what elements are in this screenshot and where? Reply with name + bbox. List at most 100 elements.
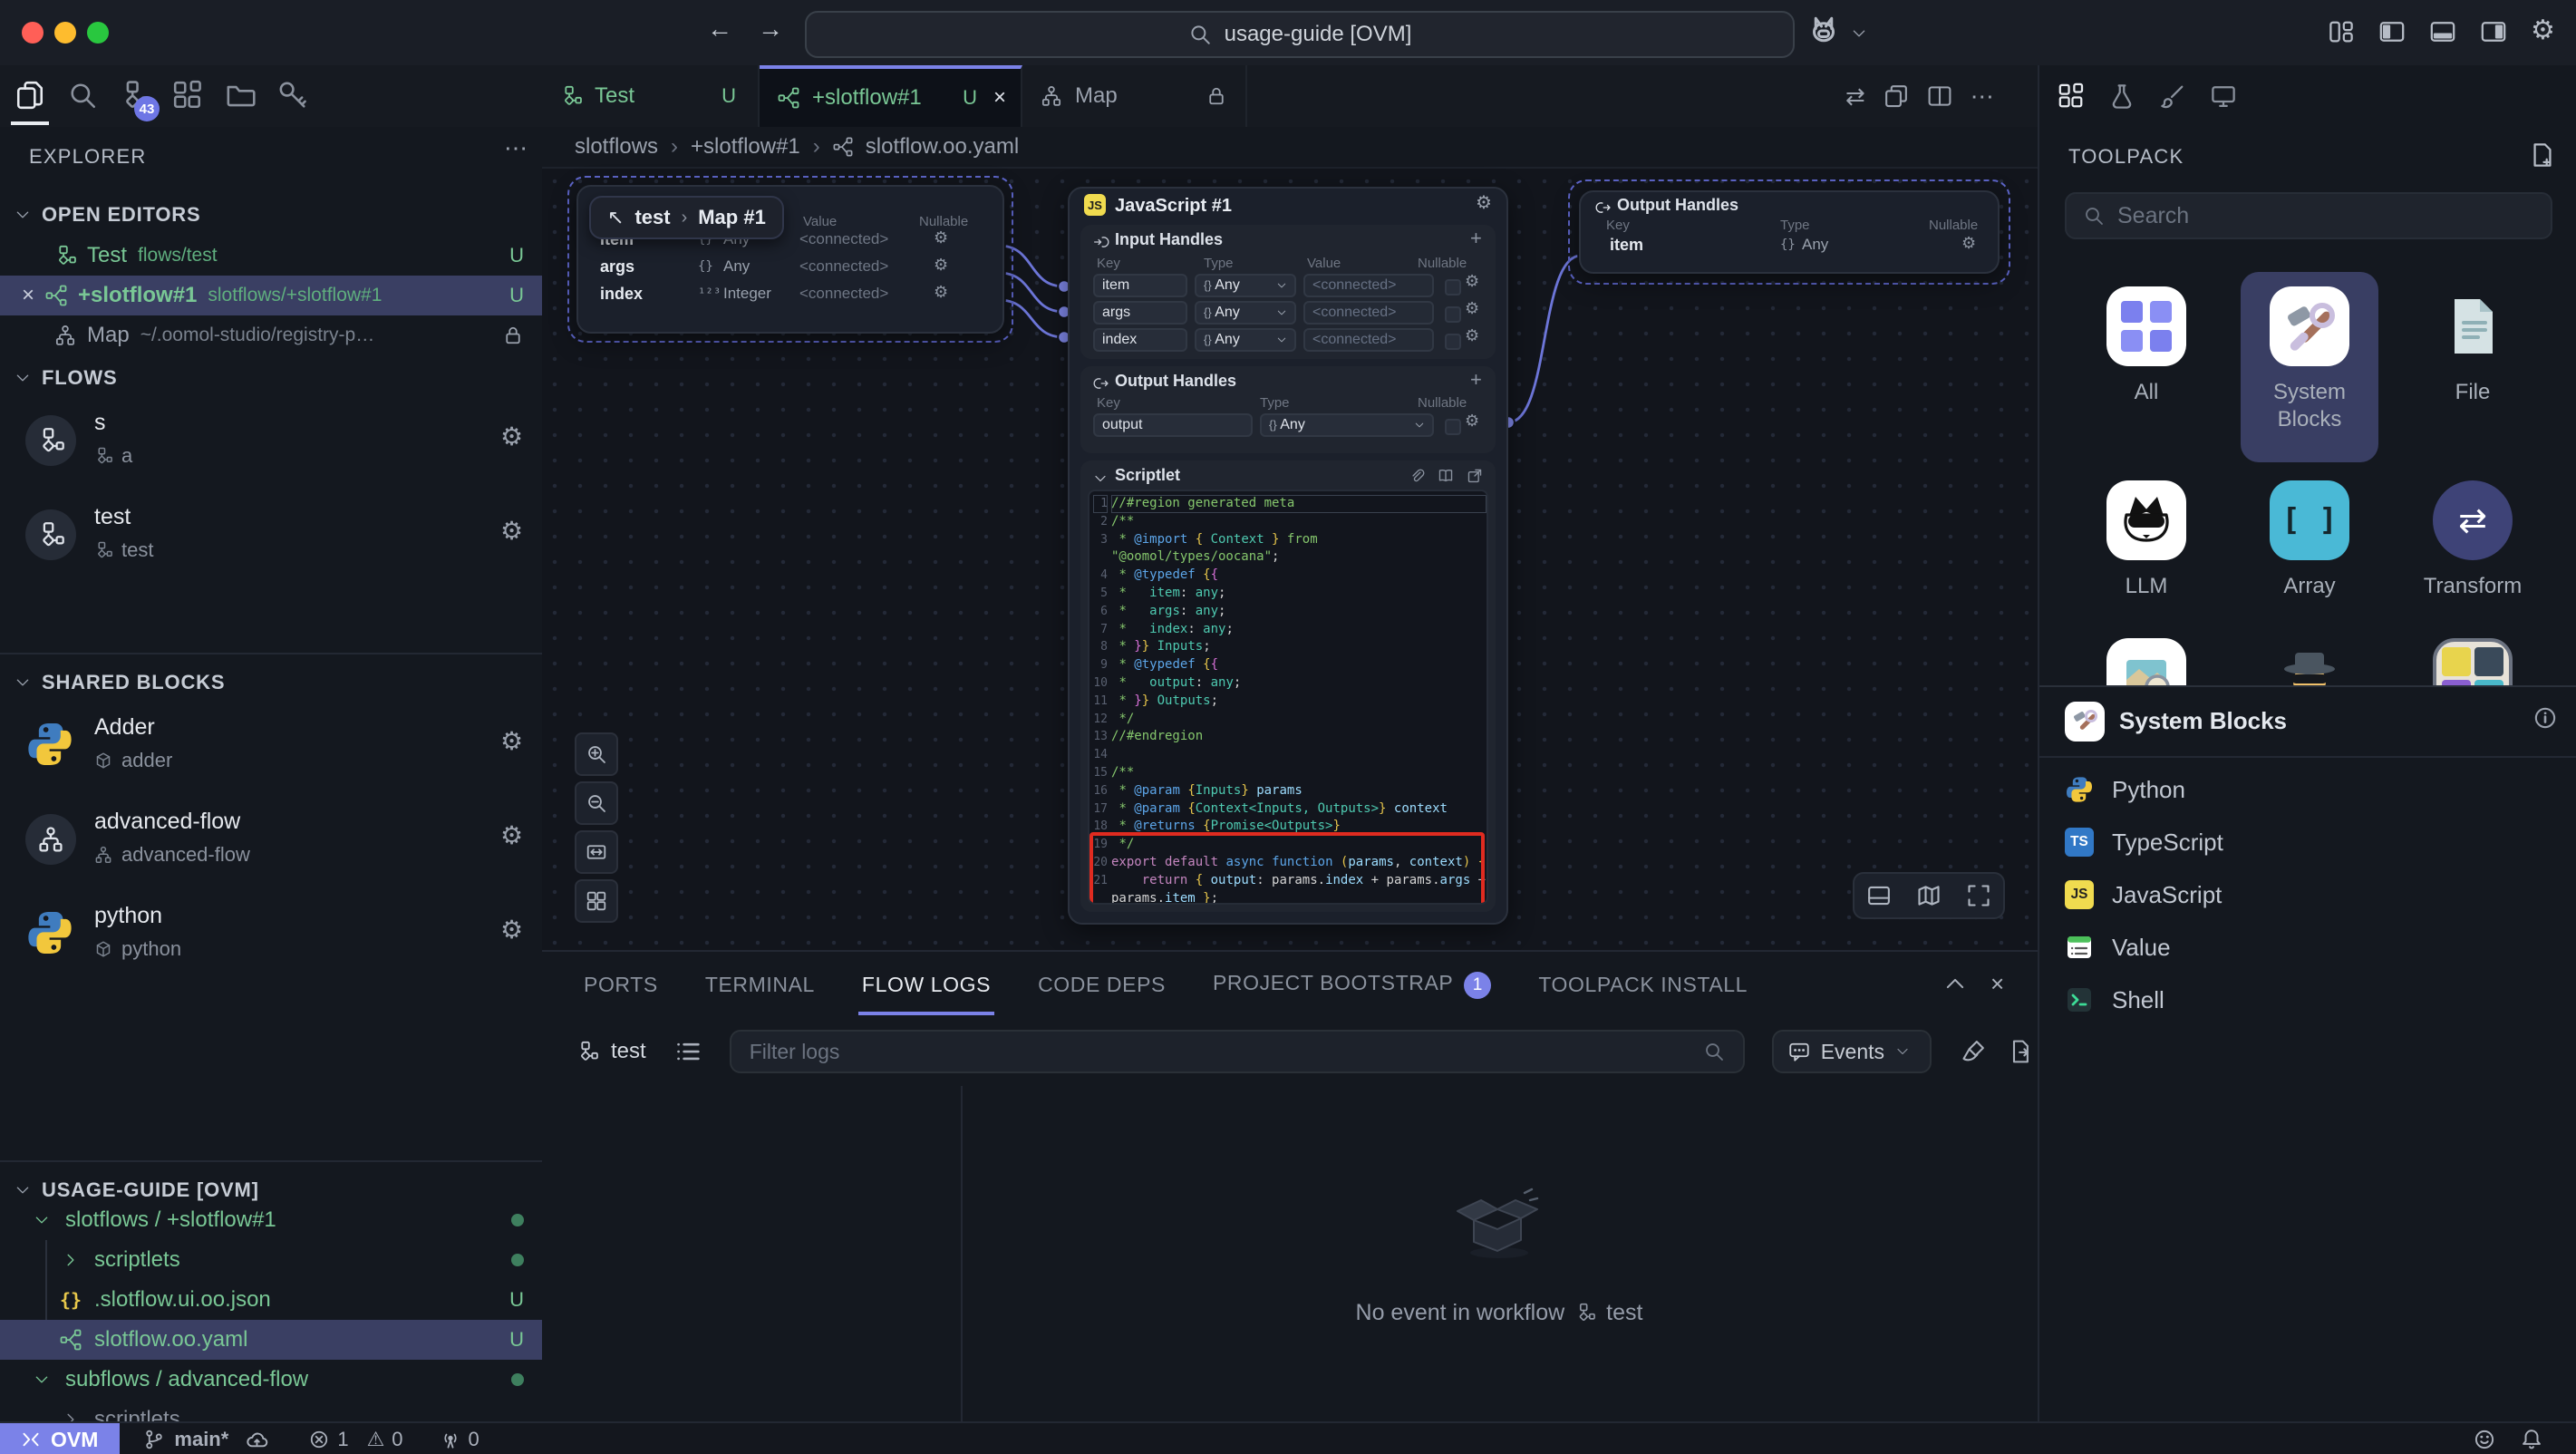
handle-type-select[interactable]: {} Any <box>1195 274 1296 297</box>
tree-item[interactable]: slotflows / +slotflow#1 <box>0 1200 542 1240</box>
tab-test[interactable]: Test U <box>542 65 760 127</box>
system-block-value[interactable]: Value <box>2039 921 2576 974</box>
toolpack-category-array[interactable]: [ ]Array <box>2228 480 2391 600</box>
list-item[interactable]: python python ⚙ <box>0 899 542 972</box>
console-panel-icon[interactable] <box>1866 883 1892 908</box>
open-editor-item[interactable]: × +slotflow#1 slotflows/+slotflow#1 U <box>0 276 542 315</box>
toolpack-category-image[interactable] <box>2065 638 2228 685</box>
handle-type-select[interactable]: {} Any <box>1260 413 1434 437</box>
handle-gear-icon[interactable]: ⚙ <box>934 283 948 302</box>
system-block-python[interactable]: Python <box>2039 763 2576 816</box>
list-item[interactable]: test test ⚙ <box>0 500 542 573</box>
breadcrumb-item[interactable]: slotflow.oo.yaml <box>866 134 1019 160</box>
add-output-handle-button[interactable]: + <box>1470 368 1482 392</box>
toolpack-category-file[interactable]: File <box>2391 286 2554 406</box>
open-external-icon[interactable] <box>1467 468 1483 484</box>
layout-columns-icon[interactable] <box>2328 18 2355 45</box>
list-item[interactable]: advanced-flow advanced-flow ⚙ <box>0 805 542 877</box>
explorer-more-icon[interactable]: ⋯ <box>504 134 529 162</box>
toolpack-category-system-blocks[interactable]: SystemBlocks <box>2228 286 2391 433</box>
tab-map[interactable]: Map <box>1022 65 1247 127</box>
minimap-toggle-button[interactable] <box>575 879 618 923</box>
events-dropdown[interactable]: Events <box>1772 1030 1932 1073</box>
close-tab-icon[interactable]: × <box>993 85 1006 111</box>
nullable-checkbox[interactable] <box>1445 334 1461 350</box>
item-settings-gear-icon[interactable]: ⚙ <box>500 519 523 544</box>
scriptlet-code-editor[interactable]: 1//#region generated meta2/**3 * @import… <box>1088 490 1488 905</box>
zoom-in-button[interactable] <box>575 732 618 776</box>
tree-item[interactable]: slotflow.oo.yaml U <box>0 1320 542 1360</box>
errors-count[interactable]: 1 <box>337 1428 348 1451</box>
project-header[interactable]: USAGE-GUIDE [OVM] <box>15 1178 259 1202</box>
bottom-tab-flow-logs[interactable]: FLOW LOGS <box>862 973 991 997</box>
branch-name[interactable]: main* <box>174 1428 228 1451</box>
tree-item[interactable]: {} .slotflow.ui.oo.json U <box>0 1280 542 1320</box>
toggle-right-panel-icon[interactable] <box>2480 18 2507 45</box>
nullable-checkbox[interactable] <box>1445 306 1461 323</box>
handle-gear-icon[interactable]: ⚙ <box>1465 412 1479 431</box>
js-node-settings-icon[interactable]: ⚙ <box>1476 194 1492 212</box>
collapse-chevron-icon[interactable] <box>1093 471 1108 486</box>
attach-icon[interactable] <box>1409 468 1425 484</box>
tree-item[interactable]: scriptlets <box>0 1240 542 1280</box>
activity-folder-icon[interactable] <box>225 80 256 111</box>
handle-gear-icon[interactable]: ⚙ <box>934 228 948 247</box>
bottom-tab-project-bootstrap[interactable]: PROJECT BOOTSTRAP1 <box>1213 971 1491 999</box>
flow-canvas[interactable]: Value Nullable item {} Any <connected> ⚙… <box>542 167 2038 952</box>
forward-icon[interactable]: → <box>758 15 783 44</box>
export-logs-icon[interactable] <box>2008 1039 2033 1064</box>
handle-gear-icon[interactable]: ⚙ <box>1465 326 1479 345</box>
handle-gear-icon[interactable]: ⚙ <box>934 256 948 275</box>
output-node[interactable]: Output Handles KeyType Nullable item {} … <box>1579 190 2000 274</box>
activity-files-icon[interactable] <box>15 80 45 111</box>
nullable-checkbox[interactable] <box>1445 279 1461 296</box>
javascript-node[interactable]: JS JavaScript #1 ⚙ Input Handles + KeyTy… <box>1068 187 1508 925</box>
ports-count[interactable]: 0 <box>469 1428 479 1451</box>
split-editor-icon[interactable] <box>1927 83 1952 109</box>
activity-flows-icon[interactable]: 43 <box>120 80 150 111</box>
back-icon[interactable]: ← <box>707 15 732 44</box>
settings-gear-icon[interactable]: ⚙ <box>2531 15 2555 46</box>
add-input-handle-button[interactable]: + <box>1470 227 1482 250</box>
item-settings-gear-icon[interactable]: ⚙ <box>500 729 523 754</box>
handle-value-field[interactable]: <connected> <box>1303 274 1434 297</box>
open-editor-item[interactable]: Map ~/.oomol-studio/registry-pa... <box>0 315 542 355</box>
notifications-bell-icon[interactable] <box>2520 1428 2543 1451</box>
zoom-out-button[interactable] <box>575 781 618 825</box>
handle-key-input[interactable]: output <box>1093 413 1253 437</box>
handle-value-field[interactable]: <connected> <box>1303 301 1434 325</box>
new-toolpack-icon[interactable] <box>2529 141 2556 169</box>
flows-header[interactable]: FLOWS <box>15 366 117 390</box>
fit-view-button[interactable] <box>575 830 618 874</box>
toggle-left-panel-icon[interactable] <box>2378 18 2406 45</box>
theme-brush-icon[interactable] <box>2159 82 2186 110</box>
chevron-down-icon[interactable] <box>1851 25 1867 42</box>
system-block-javascript[interactable]: JSJavaScript <box>2039 868 2576 921</box>
toolpack-category-transform[interactable]: ⇄Transform <box>2391 480 2554 600</box>
swap-editors-icon[interactable]: ⇄ <box>1845 82 1865 111</box>
handle-gear-icon[interactable]: ⚙ <box>1465 299 1479 318</box>
clear-logs-broom-icon[interactable] <box>1961 1039 1986 1064</box>
toggle-bottom-panel-icon[interactable] <box>2429 18 2456 45</box>
more-actions-icon[interactable]: ⋯ <box>1971 82 1996 111</box>
activity-blocks-icon[interactable] <box>172 80 203 111</box>
handle-type-select[interactable]: {} Any <box>1195 301 1296 325</box>
close-window-button[interactable] <box>22 22 44 44</box>
toolpack-view-icon[interactable] <box>2058 82 2085 110</box>
zoom-window-button[interactable] <box>87 22 109 44</box>
filter-logs-input[interactable]: Filter logs <box>730 1030 1745 1073</box>
shared-blocks-header[interactable]: SHARED BLOCKS <box>15 671 225 694</box>
item-settings-gear-icon[interactable]: ⚙ <box>500 917 523 943</box>
close-panel-icon[interactable]: × <box>1990 970 2004 998</box>
handle-key-input[interactable]: item <box>1093 274 1187 297</box>
tree-item[interactable]: subflows / advanced-flow <box>0 1360 542 1400</box>
handle-gear-icon[interactable]: ⚙ <box>1961 234 1976 253</box>
log-list-icon[interactable] <box>675 1039 701 1064</box>
activity-search-icon[interactable] <box>67 80 98 111</box>
collapse-panel-icon[interactable] <box>1943 972 1967 995</box>
minimap-icon[interactable] <box>1916 883 1942 908</box>
bottom-tab-ports[interactable]: PORTS <box>584 973 658 997</box>
diff-editors-icon[interactable] <box>1884 83 1909 109</box>
item-settings-gear-icon[interactable]: ⚙ <box>500 823 523 848</box>
bottom-tab-terminal[interactable]: TERMINAL <box>705 973 815 997</box>
